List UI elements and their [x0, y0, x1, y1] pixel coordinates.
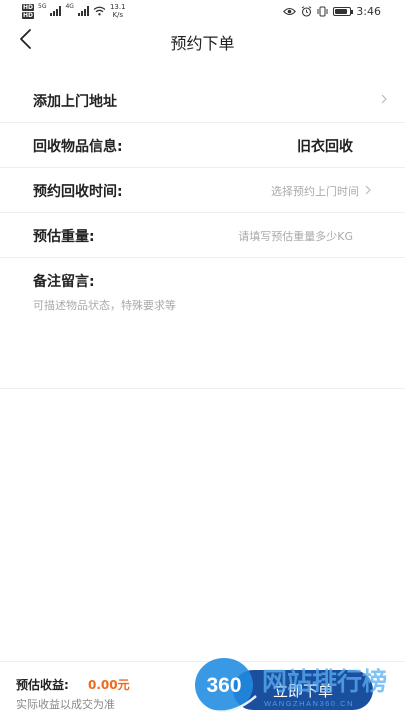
- chevron-right-icon: [365, 185, 371, 195]
- status-time: 3:46: [356, 5, 381, 18]
- address-label: 添加上门地址: [33, 94, 117, 110]
- network-speed: 13.1 K/s: [110, 3, 126, 19]
- wifi-icon: [93, 6, 106, 16]
- time-label: 预约回收时间:: [33, 184, 123, 200]
- chevron-right-icon: [381, 94, 387, 104]
- network-type-5g: 5G: [38, 3, 47, 10]
- item-info-row[interactable]: 回收物品信息: 旧衣回收: [0, 123, 405, 167]
- status-left: HD HD 5G 4G 13.1 K/s: [22, 3, 126, 19]
- app-root: HD HD 5G 4G 13.1 K/s 3:46 预约下单 添加上门地址 回收…: [0, 0, 405, 720]
- network-type-4g: 4G: [65, 3, 74, 10]
- alarm-icon: [302, 6, 312, 17]
- income-note: 实际收益以成交为准: [16, 698, 115, 711]
- battery-fill: [335, 9, 348, 14]
- hd-badge: HD: [22, 3, 35, 11]
- income-label: 预估收益:: [16, 678, 69, 692]
- item-info-value: 旧衣回收: [297, 139, 353, 155]
- page-title: 预约下单: [170, 34, 235, 53]
- nav-bar: 预约下单: [0, 24, 405, 58]
- signal-icon: [50, 6, 62, 16]
- battery-icon: [333, 7, 354, 16]
- submit-order-button[interactable]: 立即下单: [233, 670, 373, 710]
- vibrate-icon: [317, 6, 328, 17]
- bottom-bar: 预估收益: 0.00元 实际收益以成交为准 立即下单: [0, 661, 405, 720]
- item-info-label: 回收物品信息:: [33, 139, 123, 155]
- weight-input[interactable]: [193, 228, 353, 244]
- speed-unit: K/s: [112, 11, 124, 19]
- speed-value: 13.1: [109, 3, 126, 11]
- status-bar: HD HD 5G 4G 13.1 K/s 3:46: [0, 0, 405, 24]
- weight-label: 预估重量:: [33, 229, 95, 245]
- signal-icon-2: [77, 6, 89, 16]
- eye-icon: [283, 7, 297, 16]
- divider: [0, 388, 405, 389]
- remark-input[interactable]: [33, 297, 373, 377]
- income-value: 0.00元: [88, 678, 130, 692]
- hd-badge-2: HD: [22, 11, 35, 19]
- time-row[interactable]: 预约回收时间: 选择预约上门时间: [0, 168, 405, 212]
- status-right: 3:46: [283, 5, 381, 18]
- remark-label: 备注留言:: [33, 274, 95, 290]
- address-row[interactable]: 添加上门地址: [0, 78, 405, 122]
- time-placeholder: 选择预约上门时间: [271, 185, 359, 198]
- hd-indicators: HD HD: [22, 3, 35, 19]
